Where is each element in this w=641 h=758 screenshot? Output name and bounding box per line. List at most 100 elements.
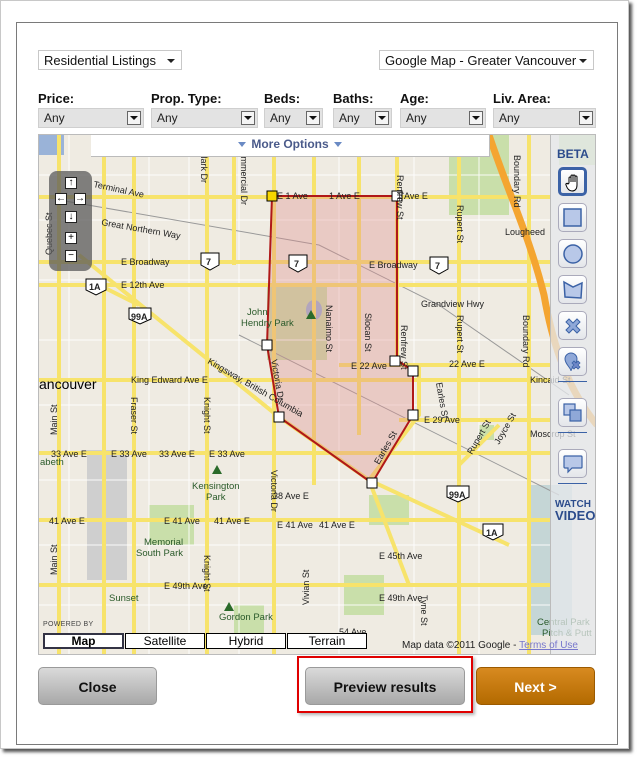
- map-attribution: Map data ©2011 Google - Terms of Use: [402, 640, 578, 651]
- drawing-tools-panel: BETA WATCH VIDEO: [550, 135, 596, 654]
- liv-area-label: Liv. Area:: [493, 91, 551, 106]
- svg-text:Renfrew St: Renfrew St: [399, 325, 409, 370]
- map-source-select[interactable]: Google Map - Greater Vancouver: [379, 50, 594, 70]
- svg-text:7: 7: [435, 261, 440, 271]
- svg-text:Rupert St: Rupert St: [455, 315, 465, 354]
- next-button[interactable]: Next >: [476, 667, 595, 705]
- map-type-hybrid[interactable]: Hybrid: [206, 633, 286, 649]
- svg-text:E 45th Ave: E 45th Ave: [379, 551, 422, 561]
- svg-text:Knight St: Knight St: [202, 555, 212, 592]
- svg-text:E 33 Ave: E 33 Ave: [111, 449, 147, 459]
- svg-text:Tyne St: Tyne St: [419, 595, 429, 626]
- svg-text:Victoria Dr: Victoria Dr: [269, 470, 279, 512]
- dropdown-arrow-icon: [241, 111, 255, 125]
- watch-video-link[interactable]: WATCH VIDEO: [555, 499, 596, 523]
- svg-text:Grandview Hwy: Grandview Hwy: [421, 299, 485, 309]
- listing-type-value: Residential Listings: [44, 53, 157, 68]
- baths-label: Baths:: [333, 91, 374, 106]
- svg-text:Nanaimo St: Nanaimo St: [324, 305, 334, 353]
- svg-text:Boundary Rd: Boundary Rd: [512, 155, 522, 208]
- baths-value: Any: [339, 111, 360, 125]
- svg-text:Renfrew St: Renfrew St: [395, 175, 405, 220]
- dropdown-arrow-icon: [375, 111, 389, 125]
- watch-video-line2: VIDEO: [555, 508, 596, 523]
- beta-badge: BETA: [557, 147, 589, 161]
- pan-right-button[interactable]: →: [74, 193, 86, 205]
- more-options-toggle[interactable]: More Options: [91, 135, 490, 157]
- dropdown-arrow-icon: [469, 111, 483, 125]
- baths-select[interactable]: Any: [333, 108, 392, 128]
- rectangle-icon: [563, 208, 582, 227]
- svg-text:1 Ave E: 1 Ave E: [329, 191, 360, 201]
- circle-icon: [563, 244, 583, 264]
- svg-text:Slocan St: Slocan St: [363, 313, 373, 352]
- svg-text:Gordon Park: Gordon Park: [219, 612, 273, 623]
- price-select[interactable]: Any: [38, 108, 144, 128]
- svg-text:Knight St: Knight St: [202, 397, 212, 434]
- arrow-right-icon: →: [75, 193, 85, 204]
- svg-text:1A: 1A: [89, 282, 101, 292]
- svg-text:E 49th Ave: E 49th Ave: [164, 581, 207, 591]
- layers-icon: [563, 403, 582, 422]
- svg-text:Boundary Rd: Boundary Rd: [521, 315, 531, 368]
- svg-text:E 12th Ave: E 12th Ave: [121, 280, 164, 290]
- layers-button[interactable]: [558, 398, 587, 427]
- map-canvas[interactable]: 7 7 7 1A 99A 99A 1A Terminal Ave Great N…: [38, 134, 596, 655]
- svg-text:E 41 Ave: E 41 Ave: [277, 520, 313, 530]
- pan-left-button[interactable]: ←: [55, 193, 67, 205]
- beds-value: Any: [270, 111, 291, 125]
- dropdown-arrow-icon: [127, 111, 141, 125]
- age-select[interactable]: Any: [400, 108, 486, 128]
- delete-all-icon: [564, 352, 581, 372]
- arrow-left-icon: ←: [56, 193, 66, 204]
- svg-text:Hendry Park: Hendry Park: [241, 318, 294, 329]
- delete-all-button[interactable]: [558, 347, 587, 376]
- chevron-down-icon: [333, 142, 342, 148]
- map-type-satellite[interactable]: Satellite: [125, 633, 205, 649]
- rectangle-tool-button[interactable]: [558, 203, 587, 232]
- separator: [558, 432, 587, 433]
- arrow-up-icon: ↑: [68, 177, 74, 188]
- svg-text:Memorial: Memorial: [144, 537, 183, 548]
- close-button[interactable]: Close: [38, 667, 157, 705]
- circle-tool-button[interactable]: [558, 239, 587, 268]
- pan-tool-button[interactable]: [558, 167, 587, 196]
- svg-text:E 41 Ave: E 41 Ave: [164, 516, 200, 526]
- svg-text:33 Ave E: 33 Ave E: [159, 449, 195, 459]
- svg-text:E 1 Ave: E 1 Ave: [277, 191, 308, 201]
- price-value: Any: [44, 111, 65, 125]
- beds-select[interactable]: Any: [264, 108, 323, 128]
- svg-text:abeth: abeth: [40, 457, 64, 468]
- listing-type-select[interactable]: Residential Listings: [38, 50, 182, 70]
- svg-text:South Park: South Park: [136, 548, 183, 559]
- powered-by-google: POWERED BY: [43, 621, 94, 628]
- pan-down-button[interactable]: ↓: [65, 211, 77, 223]
- svg-text:John: John: [247, 307, 268, 318]
- map-type-map[interactable]: Map: [43, 633, 124, 649]
- svg-text:99A: 99A: [131, 312, 148, 322]
- prop-type-select[interactable]: Any: [151, 108, 258, 128]
- chevron-down-icon: [238, 142, 247, 148]
- svg-text:Great Northern Way: Great Northern Way: [101, 217, 182, 241]
- liv-area-select[interactable]: Any: [493, 108, 596, 128]
- zoom-out-button[interactable]: −: [65, 250, 77, 262]
- svg-text:41 Ave E: 41 Ave E: [49, 516, 85, 526]
- zoom-in-button[interactable]: +: [65, 232, 77, 244]
- svg-text:1A: 1A: [486, 528, 498, 538]
- pan-up-button[interactable]: ↑: [65, 177, 77, 189]
- help-button[interactable]: [558, 449, 587, 478]
- svg-text:King Edward Ave E: King Edward Ave E: [131, 375, 208, 385]
- polygon-tool-button[interactable]: [558, 275, 587, 304]
- delete-icon: [565, 318, 581, 334]
- chevron-down-icon: [167, 59, 175, 63]
- delete-shape-button[interactable]: [558, 311, 587, 340]
- preview-results-button[interactable]: Preview results: [305, 667, 465, 705]
- separator: [558, 483, 587, 484]
- polygon-start-handle[interactable]: [266, 190, 278, 202]
- map-source-value: Google Map - Greater Vancouver: [385, 53, 577, 68]
- chevron-down-icon: [579, 59, 587, 63]
- more-options-label: More Options: [251, 137, 329, 151]
- map-type-terrain[interactable]: Terrain: [287, 633, 367, 649]
- terms-of-use-link[interactable]: Terms of Use: [519, 640, 578, 651]
- arrow-down-icon: ↓: [68, 211, 74, 222]
